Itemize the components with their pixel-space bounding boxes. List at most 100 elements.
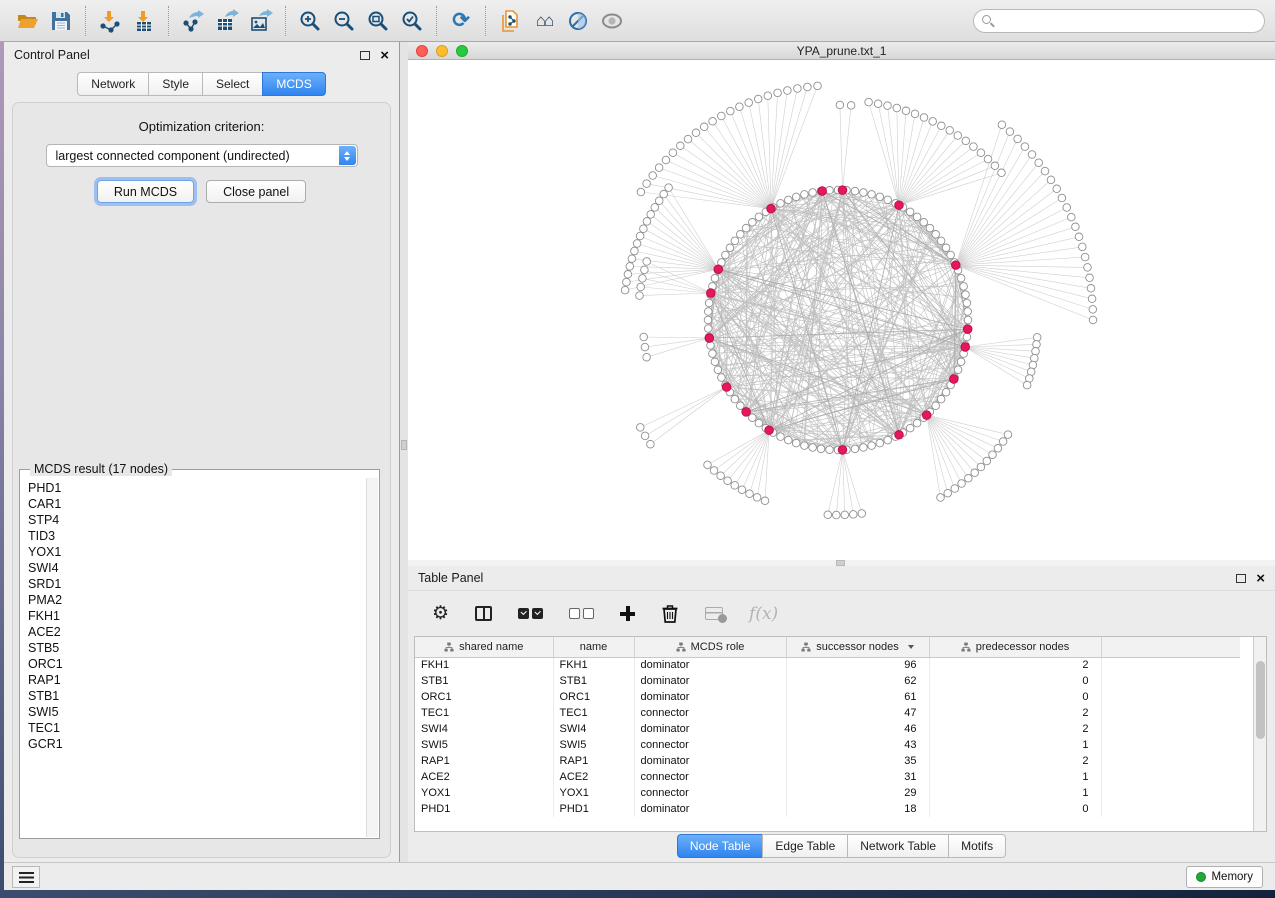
column-header-shared-name[interactable]: shared name xyxy=(415,637,553,657)
mcds-result-item[interactable]: ACE2 xyxy=(28,624,366,640)
tab-network-table[interactable]: Network Table xyxy=(847,834,948,858)
table-panel-titlebar: Table Panel × xyxy=(408,566,1275,590)
task-history-button[interactable] xyxy=(12,866,40,888)
tab-network[interactable]: Network xyxy=(77,72,148,96)
table-row[interactable]: SWI4SWI4dominator462 xyxy=(415,721,1240,737)
clone-network-icon[interactable] xyxy=(493,4,527,38)
mcds-result-item[interactable]: STP4 xyxy=(28,512,366,528)
mcds-result-item[interactable]: ORC1 xyxy=(28,656,366,672)
sort-desc-icon xyxy=(908,645,914,649)
mcds-list-scrollbar[interactable] xyxy=(366,478,378,837)
add-column-icon[interactable] xyxy=(620,602,635,626)
select-all-rows-icon[interactable] xyxy=(518,602,543,626)
mcds-panel: Optimization criterion: largest connecte… xyxy=(12,102,391,858)
zoom-out-icon[interactable] xyxy=(327,4,361,38)
table-row[interactable]: PHD1PHD1dominator180 xyxy=(415,801,1240,817)
zoom-fit-icon[interactable] xyxy=(361,4,395,38)
memory-button[interactable]: Memory xyxy=(1186,866,1263,888)
search-wrap xyxy=(973,9,1265,33)
show-panels-eye-icon[interactable] xyxy=(595,4,629,38)
show-columns-icon[interactable] xyxy=(475,602,492,626)
control-panel: Control Panel × NetworkStyleSelectMCDS O… xyxy=(4,42,400,862)
toolbar-separator xyxy=(85,6,86,36)
mcds-result-item[interactable]: SRD1 xyxy=(28,576,366,592)
export-image-icon[interactable] xyxy=(244,4,278,38)
mcds-result-item[interactable]: PHD1 xyxy=(28,480,366,496)
table-scrollbar-thumb[interactable] xyxy=(1256,661,1265,739)
criterion-select[interactable]: largest connected component (undirected) xyxy=(46,144,358,167)
table-row[interactable]: YOX1YOX1connector291 xyxy=(415,785,1240,801)
table-settings-gear-icon[interactable]: ⚙ xyxy=(432,602,449,626)
table-row[interactable]: FKH1FKH1dominator962 xyxy=(415,657,1240,673)
mcds-result-item[interactable]: CAR1 xyxy=(28,496,366,512)
mcds-result-item[interactable]: YOX1 xyxy=(28,544,366,560)
close-panel-icon[interactable]: × xyxy=(380,48,389,63)
close-panel-button[interactable]: Close panel xyxy=(206,180,306,203)
memory-label: Memory xyxy=(1211,871,1253,883)
list-icon xyxy=(19,872,34,883)
mcds-result-item[interactable]: STB1 xyxy=(28,688,366,704)
close-panel-icon[interactable]: × xyxy=(1256,571,1265,586)
float-panel-icon[interactable] xyxy=(1236,574,1246,583)
table-row[interactable]: RAP1RAP1dominator352 xyxy=(415,753,1240,769)
column-header-name[interactable]: name xyxy=(553,637,634,657)
mcds-result-item[interactable]: STB5 xyxy=(28,640,366,656)
status-bar: Memory xyxy=(4,862,1275,890)
table-scrollbar[interactable] xyxy=(1253,637,1266,831)
column-header-MCDS-role[interactable]: MCDS role xyxy=(634,637,786,657)
mcds-result-item[interactable]: FKH1 xyxy=(28,608,366,624)
float-panel-icon[interactable] xyxy=(360,51,370,60)
node-table: shared namenameMCDS rolesuccessor nodesp… xyxy=(414,636,1267,832)
run-mcds-button[interactable]: Run MCDS xyxy=(97,180,194,203)
table-row[interactable]: SWI5SWI5connector431 xyxy=(415,737,1240,753)
network-overview-icon[interactable]: ⌂⌂ xyxy=(527,4,561,38)
network-graph[interactable] xyxy=(408,60,1275,559)
zoom-in-icon[interactable] xyxy=(293,4,327,38)
zoom-selected-icon[interactable] xyxy=(395,4,429,38)
export-table-icon[interactable] xyxy=(210,4,244,38)
vertical-splitter[interactable] xyxy=(400,42,408,862)
table-panel-title: Table Panel xyxy=(418,571,483,585)
node-table-grid: shared namenameMCDS rolesuccessor nodesp… xyxy=(415,637,1240,817)
control-panel-titlebar: Control Panel × xyxy=(4,42,399,68)
function-builder-icon: f(x) xyxy=(749,602,778,626)
mcds-result-item[interactable]: TEC1 xyxy=(28,720,366,736)
mcds-result-item[interactable]: GCR1 xyxy=(28,736,366,752)
table-row[interactable]: STB1STB1dominator620 xyxy=(415,673,1240,689)
tab-style[interactable]: Style xyxy=(148,72,202,96)
splitter-handle[interactable] xyxy=(401,440,407,450)
hide-panels-icon[interactable] xyxy=(561,4,595,38)
column-header-predecessor-nodes[interactable]: predecessor nodes xyxy=(929,637,1101,657)
export-network-icon[interactable] xyxy=(176,4,210,38)
import-network-icon[interactable] xyxy=(93,4,127,38)
deselect-all-rows-icon[interactable] xyxy=(569,602,594,626)
desktop: ⟳ ⌂⌂ xyxy=(0,0,1275,898)
delete-column-trash-icon[interactable] xyxy=(661,602,679,626)
memory-status-icon xyxy=(1196,872,1206,882)
open-file-icon[interactable] xyxy=(10,4,44,38)
column-header-successor-nodes[interactable]: successor nodes xyxy=(786,637,929,657)
toolbar-separator xyxy=(285,6,286,36)
table-toolbar: ⚙ f(x) xyxy=(408,590,1275,636)
mcds-result-list: PHD1CAR1STP4TID3YOX1SWI4SRD1PMA2FKH1ACE2… xyxy=(21,478,366,837)
table-row[interactable]: TEC1TEC1connector472 xyxy=(415,705,1240,721)
mcds-result-item[interactable]: SWI4 xyxy=(28,560,366,576)
main-toolbar: ⟳ ⌂⌂ xyxy=(0,0,1275,42)
save-session-icon[interactable] xyxy=(44,4,78,38)
refresh-view-icon[interactable]: ⟳ xyxy=(444,4,478,38)
import-table-icon[interactable] xyxy=(127,4,161,38)
tab-mcds[interactable]: MCDS xyxy=(262,72,325,96)
search-input[interactable] xyxy=(973,9,1265,33)
table-row[interactable]: ACE2ACE2connector311 xyxy=(415,769,1240,785)
table-header-row: shared namenameMCDS rolesuccessor nodesp… xyxy=(415,637,1240,657)
mcds-result-item[interactable]: RAP1 xyxy=(28,672,366,688)
table-row[interactable]: ORC1ORC1dominator610 xyxy=(415,689,1240,705)
tab-node-table[interactable]: Node Table xyxy=(677,834,763,858)
mcds-result-item[interactable]: SWI5 xyxy=(28,704,366,720)
mcds-result-item[interactable]: TID3 xyxy=(28,528,366,544)
tab-edge-table[interactable]: Edge Table xyxy=(762,834,847,858)
homes-glyph: ⌂⌂ xyxy=(536,12,553,29)
tab-motifs[interactable]: Motifs xyxy=(948,834,1006,858)
mcds-result-item[interactable]: PMA2 xyxy=(28,592,366,608)
tab-select[interactable]: Select xyxy=(202,72,262,96)
